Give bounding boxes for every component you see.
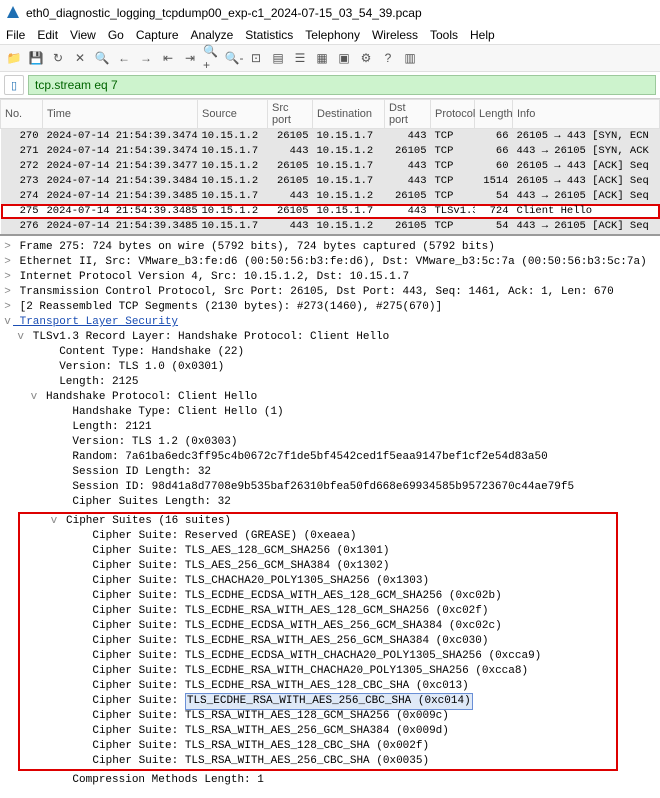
cipher-suite[interactable]: Cipher Suite: TLS_ECDHE_ECDSA_WITH_AES_2… [22, 619, 614, 634]
column-header[interactable]: Source [198, 100, 268, 129]
cipher-suite[interactable]: Cipher Suite: TLS_ECDHE_ECDSA_WITH_AES_1… [22, 589, 614, 604]
handshake-protocol[interactable]: v Handshake Protocol: Client Hello [2, 390, 658, 405]
packet-details-pane[interactable]: > Frame 275: 724 bytes on wire (5792 bit… [0, 236, 660, 798]
stats-icon[interactable]: ▦ [312, 48, 332, 68]
cipher-suite[interactable]: Cipher Suite: TLS_ECDHE_RSA_WITH_AES_128… [22, 679, 614, 694]
tls-record[interactable]: v TLSv1.3 Record Layer: Handshake Protoc… [2, 330, 658, 345]
zoom-fit-icon[interactable]: ⊡ [246, 48, 266, 68]
menu-statistics[interactable]: Statistics [245, 28, 293, 42]
tls-root[interactable]: v Transport Layer Security [2, 315, 658, 330]
cipher-suite[interactable]: Cipher Suite: TLS_RSA_WITH_AES_256_GCM_S… [22, 724, 614, 739]
cipher-suite[interactable]: Cipher Suite: TLS_RSA_WITH_AES_128_GCM_S… [22, 709, 614, 724]
detail-line[interactable]: Session ID Length: 32 [2, 465, 658, 480]
menu-wireless[interactable]: Wireless [372, 28, 418, 42]
cipher-suite[interactable]: Cipher Suite: TLS_AES_128_GCM_SHA256 (0x… [22, 544, 614, 559]
gear-icon[interactable]: ⚙ [356, 48, 376, 68]
skip-back-icon[interactable]: ⇤ [158, 48, 178, 68]
packet-row[interactable]: 2742024-07-14 21:54:39.34850810.15.1.744… [1, 189, 660, 204]
help-icon[interactable]: ? [378, 48, 398, 68]
menu-help[interactable]: Help [470, 28, 495, 42]
cipher-suite[interactable]: Cipher Suite: TLS_ECDHE_RSA_WITH_AES_256… [22, 634, 614, 649]
column-header[interactable]: No. [1, 100, 43, 129]
cipher-suite[interactable]: Cipher Suite: TLS_CHACHA20_POLY1305_SHA2… [22, 574, 614, 589]
left-icon[interactable]: ← [114, 48, 134, 68]
cipher-suite[interactable]: Cipher Suite: TLS_ECDHE_RSA_WITH_CHACHA2… [22, 664, 614, 679]
detail-line[interactable]: Length: 2121 [2, 420, 658, 435]
cipher-suite[interactable]: Cipher Suite: TLS_RSA_WITH_AES_256_CBC_S… [22, 754, 614, 769]
cipher-suite[interactable]: Cipher Suite: TLS_ECDHE_ECDSA_WITH_CHACH… [22, 649, 614, 664]
detail-line[interactable]: Length: 2125 [2, 375, 658, 390]
menu-tools[interactable]: Tools [430, 28, 458, 42]
column-header[interactable]: Length [475, 100, 513, 129]
menu-telephony[interactable]: Telephony [305, 28, 360, 42]
cipher-suite[interactable]: Cipher Suite: TLS_AES_256_GCM_SHA384 (0x… [22, 559, 614, 574]
detail-line[interactable]: Handshake Type: Client Hello (1) [2, 405, 658, 420]
menu-go[interactable]: Go [108, 28, 124, 42]
color-icon[interactable]: ▣ [334, 48, 354, 68]
zoom-in-icon[interactable]: 🔍+ [202, 48, 222, 68]
window-titlebar: eth0_diagnostic_logging_tcpdump00_exp-c1… [0, 0, 660, 26]
detail-line[interactable]: Random: 7a61ba6edc3ff95c4b0672c7f1de5bf4… [2, 450, 658, 465]
packet-row[interactable]: 2702024-07-14 21:54:39.34743010.15.1.226… [1, 129, 660, 145]
column-header[interactable]: Src port [268, 100, 313, 129]
cipher-suite-selected[interactable]: Cipher Suite: TLS_ECDHE_RSA_WITH_AES_256… [22, 694, 614, 709]
filter-bookmark-icon[interactable]: ▯ [4, 75, 24, 95]
cipher-suites-header[interactable]: v Cipher Suites (16 suites) [22, 514, 614, 529]
detail-line[interactable]: Cipher Suites Length: 32 [2, 495, 658, 510]
column-header[interactable]: Info [513, 100, 660, 129]
main-toolbar: 📁💾↻✕🔍←→⇤⇥🔍+🔍-⊡▤☰▦▣⚙?▥ [0, 44, 660, 72]
packet-row[interactable]: 2722024-07-14 21:54:39.34773610.15.1.226… [1, 159, 660, 174]
menu-edit[interactable]: Edit [37, 28, 58, 42]
column-header[interactable]: Destination [313, 100, 385, 129]
packet-row[interactable]: 2752024-07-14 21:54:39.34853310.15.1.226… [1, 204, 660, 219]
detail-line[interactable]: Session ID: 98d41a8d7708e9b535baf26310bf… [2, 480, 658, 495]
list-icon[interactable]: ☰ [290, 48, 310, 68]
packet-row[interactable]: 2712024-07-14 21:54:39.34749610.15.1.744… [1, 144, 660, 159]
menu-view[interactable]: View [70, 28, 96, 42]
reload-icon[interactable]: ↻ [48, 48, 68, 68]
cipher-suite[interactable]: Cipher Suite: TLS_ECDHE_RSA_WITH_AES_128… [22, 604, 614, 619]
compression-methods[interactable]: Compression Methods Length: 1 [2, 773, 658, 788]
summary-line[interactable]: > Transmission Control Protocol, Src Por… [2, 285, 658, 300]
menu-analyze[interactable]: Analyze [191, 28, 234, 42]
disk-icon[interactable]: 💾 [26, 48, 46, 68]
cipher-suite[interactable]: Cipher Suite: Reserved (GREASE) (0xeaea) [22, 529, 614, 544]
zoom-out-icon[interactable]: 🔍- [224, 48, 244, 68]
app-icon [6, 5, 20, 22]
packet-row[interactable]: 2762024-07-14 21:54:39.34854410.15.1.744… [1, 219, 660, 234]
column-header[interactable]: Dst port [385, 100, 431, 129]
detail-line[interactable]: Content Type: Handshake (22) [2, 345, 658, 360]
menu-bar: File Edit View Go Capture Analyze Statistics Te… [0, 26, 660, 44]
window-title: eth0_diagnostic_logging_tcpdump00_exp-c1… [26, 6, 422, 20]
menu-file[interactable]: File [6, 28, 25, 42]
right-icon[interactable]: → [136, 48, 156, 68]
summary-line[interactable]: > [2 Reassembled TCP Segments (2130 byte… [2, 300, 658, 315]
detail-line[interactable]: Version: TLS 1.0 (0x0301) [2, 360, 658, 375]
column-header[interactable]: Protocol [431, 100, 475, 129]
packet-row[interactable]: 2732024-07-14 21:54:39.34847110.15.1.226… [1, 174, 660, 189]
column-header[interactable]: Time [43, 100, 198, 129]
summary-line[interactable]: > Ethernet II, Src: VMware_b3:fe:d6 (00:… [2, 255, 658, 270]
chart-icon[interactable]: ▥ [400, 48, 420, 68]
menu-capture[interactable]: Capture [136, 28, 179, 42]
cols-icon[interactable]: ▤ [268, 48, 288, 68]
display-filter-bar: ▯ [0, 72, 660, 99]
folder-icon[interactable]: 📁 [4, 48, 24, 68]
display-filter-input[interactable] [28, 75, 656, 95]
cipher-suites-highlight-box: v Cipher Suites (16 suites) Cipher Suite… [18, 512, 618, 771]
packet-list-pane[interactable]: No.TimeSourceSrc portDestinationDst port… [0, 99, 660, 236]
cipher-suite[interactable]: Cipher Suite: TLS_RSA_WITH_AES_128_CBC_S… [22, 739, 614, 754]
summary-line[interactable]: > Internet Protocol Version 4, Src: 10.1… [2, 270, 658, 285]
summary-line[interactable]: > Frame 275: 724 bytes on wire (5792 bit… [2, 240, 658, 255]
skip-fwd-icon[interactable]: ⇥ [180, 48, 200, 68]
search-icon[interactable]: 🔍 [92, 48, 112, 68]
detail-line[interactable]: Version: TLS 1.2 (0x0303) [2, 435, 658, 450]
close-icon[interactable]: ✕ [70, 48, 90, 68]
